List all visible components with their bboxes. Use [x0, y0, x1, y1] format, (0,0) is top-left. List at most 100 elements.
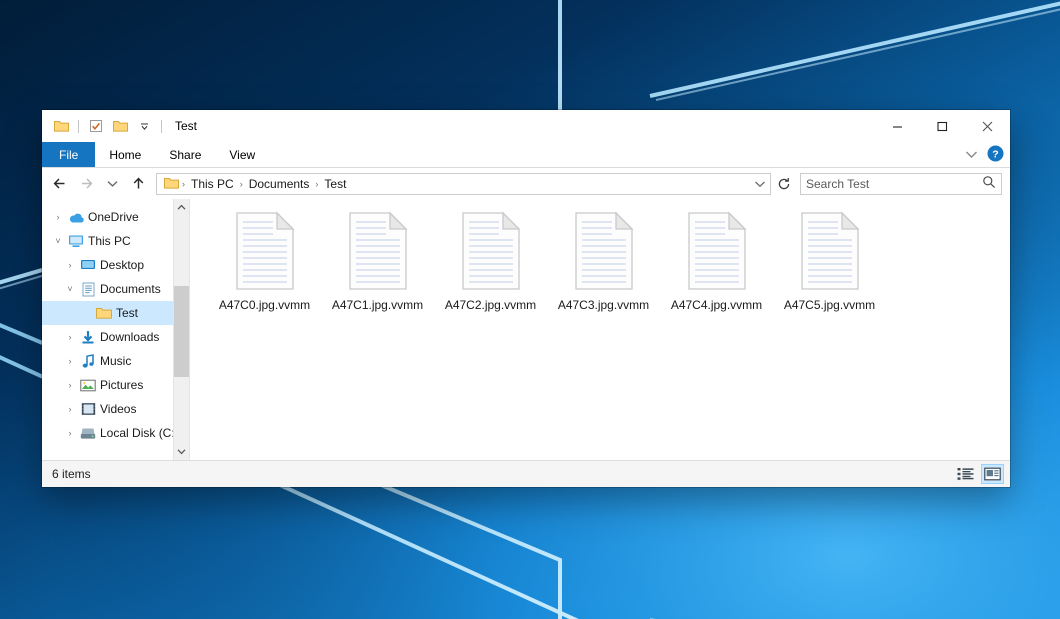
tab-share[interactable]: Share [155, 142, 215, 167]
file-list-area[interactable]: A47C0.jpg.vvmm A47C1.j [190, 199, 1010, 460]
folder-tree: › OneDrive ˅ [42, 199, 189, 445]
navigation-pane: › OneDrive ˅ [42, 199, 190, 460]
pictures-icon [78, 379, 98, 392]
properties-icon[interactable] [86, 116, 106, 136]
forward-button[interactable] [74, 172, 98, 196]
folder-icon [94, 307, 114, 320]
file-item[interactable]: A47C1.jpg.vvmm [321, 209, 434, 327]
status-bar: 6 items [42, 460, 1010, 487]
tab-file[interactable]: File [42, 142, 95, 167]
expander-icon[interactable]: › [62, 380, 78, 390]
sidebar-item-label: OneDrive [86, 210, 139, 224]
expander-icon[interactable]: › [62, 404, 78, 414]
scroll-down-arrow[interactable] [174, 443, 189, 460]
sidebar-item-label: Test [114, 306, 138, 320]
up-button[interactable] [126, 172, 150, 196]
recent-locations-button[interactable] [100, 172, 124, 196]
sidebar-item-label: Downloads [98, 330, 159, 344]
breadcrumb-test[interactable]: Test [319, 177, 351, 191]
navigation-bar: › This PC › Documents › Test Search Test [42, 168, 1010, 199]
view-buttons [954, 464, 1004, 484]
expand-ribbon-icon[interactable] [965, 148, 978, 162]
scrollbar-thumb[interactable] [174, 286, 189, 377]
file-item[interactable]: A47C5.jpg.vvmm [773, 209, 886, 327]
file-name: A47C5.jpg.vvmm [784, 298, 875, 312]
generic-file-icon [798, 211, 862, 293]
videos-icon [78, 402, 98, 416]
documents-icon [78, 282, 98, 297]
explorer-body: › OneDrive ˅ [42, 199, 1010, 460]
scrollbar-track[interactable] [174, 216, 189, 443]
expander-icon[interactable]: › [62, 428, 78, 438]
expander-icon[interactable]: › [62, 356, 78, 366]
quick-access-toolbar: Test [42, 110, 197, 142]
large-icons-view-button[interactable] [981, 464, 1004, 484]
close-button[interactable] [965, 110, 1010, 142]
new-folder-icon[interactable] [110, 116, 130, 136]
file-name: A47C3.jpg.vvmm [558, 298, 649, 312]
sidebar-item-label: This PC [86, 234, 131, 248]
sidebar-item-label: Pictures [98, 378, 143, 392]
minimize-button[interactable] [875, 110, 920, 142]
disk-icon [78, 427, 98, 440]
back-button[interactable] [48, 172, 72, 196]
file-item[interactable]: A47C2.jpg.vvmm [434, 209, 547, 327]
sidebar-item-local-disk-c[interactable]: › Local Disk (C:) [42, 421, 189, 445]
refresh-button[interactable] [773, 173, 795, 195]
scroll-up-arrow[interactable] [174, 199, 189, 216]
sidebar-item-label: Desktop [98, 258, 144, 272]
search-icon[interactable] [982, 175, 996, 192]
sidebar-scrollbar[interactable] [173, 199, 189, 460]
thispc-icon [66, 234, 86, 248]
sidebar-item-test[interactable]: Test [42, 301, 189, 325]
address-folder-icon [162, 177, 181, 190]
toolbar-separator [78, 120, 79, 133]
sidebar-item-desktop[interactable]: › Desktop [42, 253, 189, 277]
item-count-label: 6 items [52, 467, 91, 481]
sidebar-item-this-pc[interactable]: ˅ This PC [42, 229, 189, 253]
sidebar-item-label: Documents [98, 282, 161, 296]
chevron-down-icon[interactable] [134, 116, 154, 136]
breadcrumb-this-pc[interactable]: This PC [186, 177, 239, 191]
svg-text:?: ? [992, 148, 998, 160]
onedrive-icon [66, 211, 86, 224]
address-bar[interactable]: › This PC › Documents › Test [156, 173, 771, 195]
sidebar-item-label: Music [98, 354, 131, 368]
sidebar-item-label: Local Disk (C:) [98, 426, 179, 440]
sidebar-item-pictures[interactable]: › Pictures [42, 373, 189, 397]
tab-view[interactable]: View [215, 142, 269, 167]
file-item[interactable]: A47C0.jpg.vvmm [208, 209, 321, 327]
file-name: A47C1.jpg.vvmm [332, 298, 423, 312]
details-view-button[interactable] [954, 464, 977, 484]
expander-icon[interactable]: › [50, 212, 66, 222]
address-dropdown-icon[interactable] [751, 174, 768, 194]
expander-icon[interactable]: ˅ [50, 236, 66, 246]
ribbon-right-controls: ? [965, 142, 1004, 168]
folder-icon[interactable] [51, 116, 71, 136]
sidebar-item-documents[interactable]: ˅ Documents [42, 277, 189, 301]
sidebar-item-videos[interactable]: › [42, 397, 189, 421]
expander-icon[interactable]: › [62, 332, 78, 342]
file-explorer-window: Test File Home Share View [42, 110, 1010, 487]
search-box[interactable]: Search Test [800, 173, 1002, 195]
help-icon[interactable]: ? [987, 145, 1004, 165]
desktop-background: Test File Home Share View [0, 0, 1060, 619]
file-name: A47C0.jpg.vvmm [219, 298, 310, 312]
tab-home[interactable]: Home [95, 142, 155, 167]
expander-icon[interactable]: › [62, 260, 78, 270]
search-input[interactable]: Search Test [806, 177, 982, 191]
sidebar-item-music[interactable]: › Music [42, 349, 189, 373]
maximize-button[interactable] [920, 110, 965, 142]
sidebar-item-label: Videos [98, 402, 136, 416]
sidebar-item-downloads[interactable]: › Downloads [42, 325, 189, 349]
file-name: A47C4.jpg.vvmm [671, 298, 762, 312]
breadcrumb-documents[interactable]: Documents [244, 177, 315, 191]
file-item[interactable]: A47C3.jpg.vvmm [547, 209, 660, 327]
music-icon [78, 354, 98, 369]
sidebar-item-onedrive[interactable]: › OneDrive [42, 205, 189, 229]
file-item[interactable]: A47C4.jpg.vvmm [660, 209, 773, 327]
file-grid: A47C0.jpg.vvmm A47C1.j [208, 209, 1010, 327]
window-controls [875, 110, 1010, 142]
expander-icon[interactable]: ˅ [62, 284, 78, 294]
generic-file-icon [572, 211, 636, 293]
